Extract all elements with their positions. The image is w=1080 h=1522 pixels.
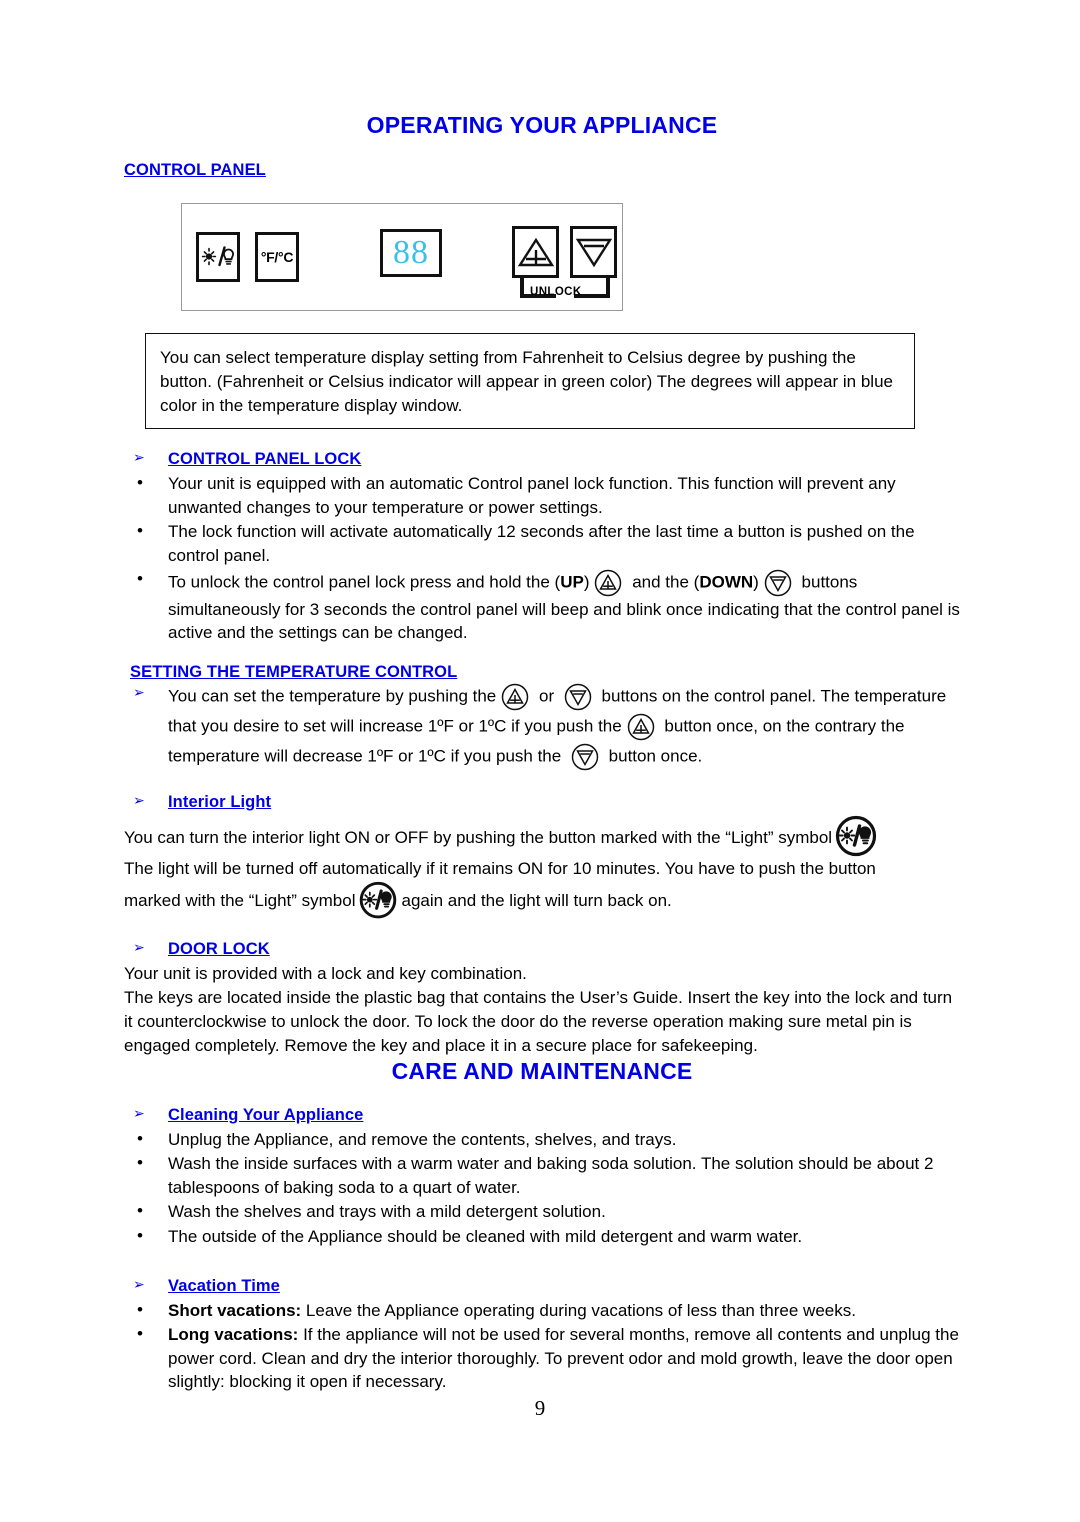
down-button-inline-icon bbox=[568, 742, 602, 772]
down-keyword: DOWN bbox=[699, 572, 754, 592]
fahrenheit-celsius-note-box: You can select temperature display setti… bbox=[145, 333, 915, 430]
subheading-cleaning-row: Cleaning Your Appliance bbox=[124, 1103, 960, 1127]
temperature-display-value: 88 bbox=[393, 234, 429, 271]
temperature-control-section: SETTING THE TEMPERATURE CONTROL You can … bbox=[124, 663, 960, 772]
page-content: OPERATING YOUR APPLIANCE CONTROL PANEL °… bbox=[124, 112, 960, 1395]
up-button[interactable] bbox=[512, 226, 559, 278]
list-item-long-vacations: Long vacations: If the appliance will no… bbox=[124, 1322, 960, 1393]
control-panel-illustration: °F/°C 88 UNLOCK bbox=[181, 203, 960, 311]
light-symbol-inline-icon-small bbox=[358, 881, 398, 919]
light-button-icon[interactable] bbox=[196, 232, 240, 282]
subheading-control-panel-lock: CONTROL PANEL LOCK bbox=[168, 450, 362, 469]
interior-light-line3-part2: again and the light will turn back on. bbox=[401, 890, 672, 910]
door-lock-line2: The keys are located inside the plastic … bbox=[124, 987, 953, 1055]
subheading-interior-light-row: Interior Light bbox=[124, 790, 960, 814]
unit-toggle-button[interactable]: °F/°C bbox=[255, 232, 299, 282]
up-button-inline-icon bbox=[624, 712, 658, 742]
cleaning-section: Cleaning Your Appliance Unplug the Appli… bbox=[124, 1103, 960, 1248]
temperature-display: 88 bbox=[380, 229, 442, 277]
subheading-setting-temperature: SETTING THE TEMPERATURE CONTROL bbox=[130, 662, 458, 681]
short-vacations-label: Short vacations: bbox=[168, 1300, 302, 1320]
vacation-section: Vacation Time Short vacations: Leave the… bbox=[124, 1274, 960, 1394]
subheading-vacation-time: Vacation Time bbox=[168, 1277, 280, 1296]
temp-text-part1: You can set the temperature by pushing t… bbox=[168, 686, 497, 706]
down-button[interactable] bbox=[570, 226, 617, 278]
list-item: The outside of the Appliance should be c… bbox=[124, 1224, 960, 1248]
triangle-up-plus-icon bbox=[517, 237, 554, 267]
interior-light-section: Interior Light You can turn the interior… bbox=[124, 790, 960, 919]
note-box-text: You can select temperature display setti… bbox=[160, 348, 893, 416]
list-item: Your unit is equipped with an automatic … bbox=[124, 471, 960, 519]
unlock-text-part3: and the ( bbox=[627, 572, 700, 592]
temperature-control-bullets: You can set the temperature by pushing t… bbox=[124, 682, 960, 772]
temp-text-part5: button once. bbox=[603, 746, 703, 766]
up-keyword: UP bbox=[560, 572, 584, 592]
subheading-door-lock-row: DOOR LOCK bbox=[124, 937, 960, 961]
triangle-down-minus-icon bbox=[575, 238, 612, 268]
page-title-care: CARE AND MAINTENANCE bbox=[391, 1058, 693, 1085]
light-symbol-inline-icon-large bbox=[834, 815, 878, 857]
interior-light-line2: The light will be turned off automatical… bbox=[124, 858, 876, 878]
light-symbol-icon bbox=[201, 246, 235, 267]
subheading-control-panel-lock-row: CONTROL PANEL LOCK bbox=[124, 447, 960, 471]
heading-control-panel: CONTROL PANEL bbox=[124, 161, 266, 179]
down-button-inline-icon bbox=[561, 682, 595, 712]
door-lock-line1: Your unit is provided with a lock and ke… bbox=[124, 963, 527, 983]
subheading-interior-light: Interior Light bbox=[168, 792, 272, 811]
subheading-vacation-row: Vacation Time bbox=[124, 1274, 960, 1298]
list-item-temperature-instruction: You can set the temperature by pushing t… bbox=[124, 682, 960, 772]
interior-light-line3: marked with the “Light” symbol again and… bbox=[124, 881, 960, 919]
page-title-operating: OPERATING YOUR APPLIANCE bbox=[366, 112, 718, 138]
cleaning-bullets: Unplug the Appliance, and remove the con… bbox=[124, 1127, 960, 1248]
list-item: The lock function will activate automati… bbox=[124, 519, 960, 567]
interior-light-line1-text: You can turn the interior light ON or OF… bbox=[124, 827, 833, 847]
unlock-label: UNLOCK bbox=[530, 286, 582, 298]
interior-light-line3-part1: marked with the “Light” symbol bbox=[124, 890, 356, 910]
door-lock-section: DOOR LOCK Your unit is provided with a l… bbox=[124, 937, 960, 1058]
up-button-inline-icon bbox=[498, 682, 532, 712]
subheading-door-lock: DOOR LOCK bbox=[168, 939, 270, 958]
control-panel-lock-section: CONTROL PANEL LOCK Your unit is equipped… bbox=[124, 447, 960, 644]
unlock-text-part1: To unlock the control panel lock press a… bbox=[168, 572, 561, 592]
list-item-short-vacations: Short vacations: Leave the Appliance ope… bbox=[124, 1298, 960, 1322]
document-page: OPERATING YOUR APPLIANCE CONTROL PANEL °… bbox=[0, 0, 1080, 1522]
up-button-inline-icon bbox=[591, 568, 625, 598]
long-vacations-label: Long vacations: bbox=[168, 1325, 299, 1345]
list-item: Wash the shelves and trays with a mild d… bbox=[124, 1199, 960, 1223]
unlock-text-part4: ) bbox=[753, 572, 759, 592]
down-button-inline-icon bbox=[761, 568, 795, 598]
list-item-unlock-instruction: To unlock the control panel lock press a… bbox=[124, 567, 960, 645]
short-vacations-text: Leave the Appliance operating during vac… bbox=[301, 1300, 856, 1320]
vacation-bullets: Short vacations: Leave the Appliance ope… bbox=[124, 1298, 960, 1394]
list-item: Unplug the Appliance, and remove the con… bbox=[124, 1127, 960, 1151]
interior-light-line1: You can turn the interior light ON or OF… bbox=[124, 815, 960, 857]
unlock-text-part2: ) bbox=[583, 572, 590, 592]
control-panel-frame: °F/°C 88 UNLOCK bbox=[181, 203, 623, 311]
unit-toggle-label: °F/°C bbox=[260, 249, 294, 265]
temp-text-part2: or bbox=[534, 686, 559, 706]
control-panel-lock-bullets: Your unit is equipped with an automatic … bbox=[124, 471, 960, 645]
page-number: 9 bbox=[534, 1396, 546, 1420]
subheading-cleaning-your-appliance: Cleaning Your Appliance bbox=[168, 1106, 364, 1125]
list-item: Wash the inside surfaces with a warm wat… bbox=[124, 1151, 960, 1199]
